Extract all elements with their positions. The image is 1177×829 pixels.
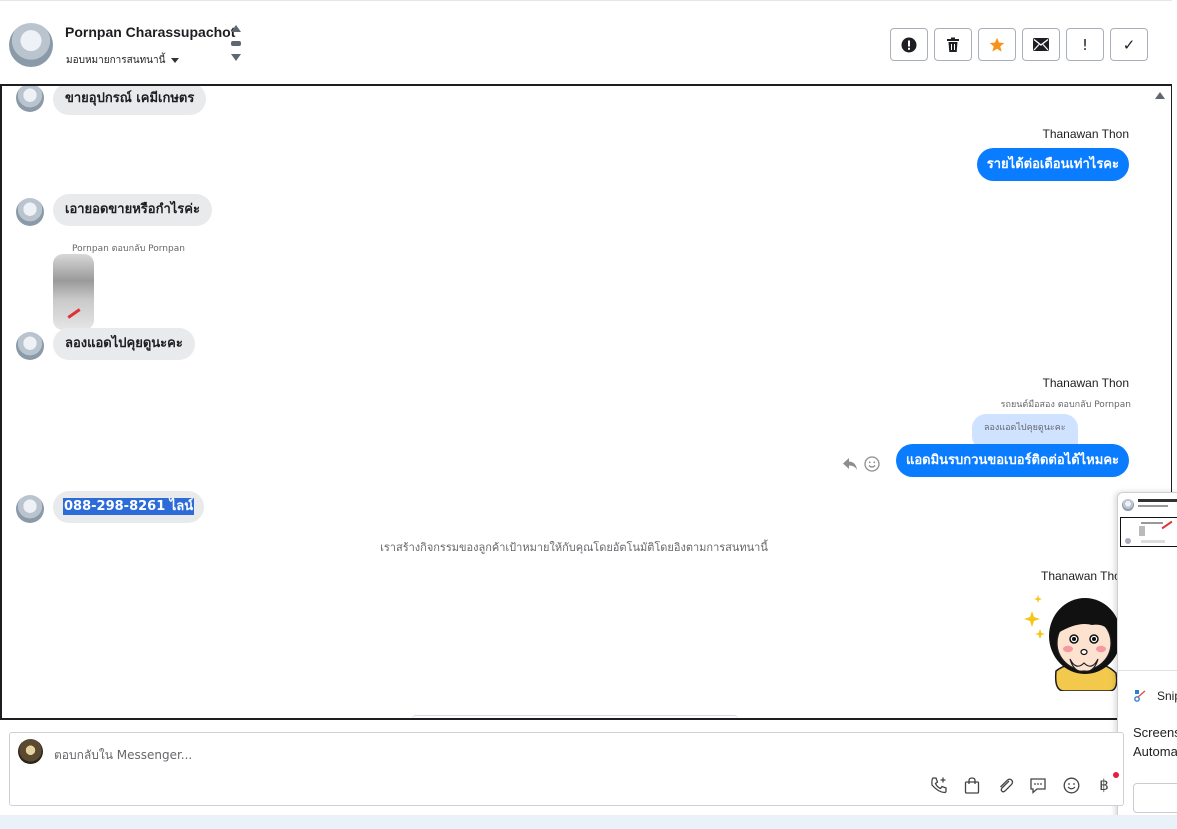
incoming-message[interactable]: ขายอุปกรณ์ เคมีเกษตร	[53, 86, 207, 115]
snip-action-button[interactable]	[1133, 783, 1177, 813]
shopping-bag-icon[interactable]	[961, 774, 983, 796]
preview-line	[1141, 522, 1163, 524]
snipping-tool-notification[interactable]: Snip Screens Automa	[1117, 492, 1177, 829]
screenshot-preview[interactable]	[1118, 493, 1177, 671]
exclamation-icon: !	[1081, 35, 1088, 54]
follow-up-button[interactable]: !	[1066, 28, 1104, 61]
star-button[interactable]	[978, 28, 1016, 61]
arrow-up-icon[interactable]	[231, 25, 241, 32]
scroll-up-icon[interactable]	[1155, 92, 1165, 99]
outgoing-message[interactable]: แอดมินรบกวนขอเบอร์ติดต่อได้ไหมคะ	[895, 444, 1129, 477]
conversation-header: Pornpan Charassupachot มอบหมายการสนทนานี…	[0, 0, 1172, 84]
notification-dot	[1113, 772, 1119, 778]
chevron-down-icon	[171, 58, 180, 63]
mark-done-button[interactable]: ✓	[1110, 28, 1148, 61]
page-footer-bar	[0, 815, 1177, 829]
preview-line	[1141, 540, 1165, 543]
sender-name: Thanawan Tho	[1041, 569, 1121, 583]
delete-button[interactable]	[934, 28, 972, 61]
contact-avatar-small	[16, 86, 44, 112]
checkmark-icon: ✓	[1122, 35, 1136, 54]
conversation-nav-arrows[interactable]	[230, 25, 242, 65]
sticker-image[interactable]	[1024, 591, 1124, 691]
spam-button[interactable]	[890, 28, 928, 61]
preview-subtitle-line	[1138, 505, 1168, 507]
contact-name[interactable]: Pornpan Charassupachot	[65, 24, 235, 40]
baht-icon[interactable]: ฿	[1093, 774, 1115, 796]
incoming-message[interactable]: ลองแอดไปคุยดูนะคะ	[53, 328, 195, 360]
preview-avatar-small	[1125, 538, 1131, 544]
message-thread[interactable]: ขายอุปกรณ์ เคมีเกษตร Thanawan Thon รายได…	[0, 84, 1172, 720]
envelope-icon	[1033, 38, 1049, 51]
snip-message-line: Automa	[1133, 744, 1177, 759]
preview-image	[1139, 526, 1145, 536]
trash-icon	[947, 37, 959, 52]
preview-title-line	[1138, 499, 1177, 502]
incoming-message[interactable]: เอายอดขายหรือกำไรค่ะ	[53, 194, 212, 226]
reply-input[interactable]: ตอบกลับใน Messenger...	[54, 746, 192, 765]
system-note: เราสร้างกิจกรรมของลูกค้าเป้าหมายให้กับคุ…	[380, 541, 768, 554]
paperclip-icon[interactable]	[994, 774, 1016, 796]
message-hover-actions	[842, 456, 880, 472]
contact-avatar[interactable]	[9, 23, 53, 67]
chat-bubble-icon[interactable]	[1027, 774, 1049, 796]
mark-unread-button[interactable]	[1022, 28, 1060, 61]
emoji-icon[interactable]	[1060, 774, 1082, 796]
selected-phone-text: 088-298-8261 ไลน์	[63, 498, 195, 515]
scroll-indicator	[412, 715, 738, 718]
snip-message-line: Screens	[1133, 725, 1177, 740]
contact-avatar-small	[16, 495, 44, 523]
sender-name: Thanawan Thon	[1042, 376, 1129, 390]
contact-avatar-small	[16, 198, 44, 226]
message-composer[interactable]: ตอบกลับใน Messenger... ฿	[9, 732, 1124, 806]
preview-arrow	[1161, 520, 1173, 530]
assign-label: มอบหมายการสนทนานี้	[66, 55, 166, 66]
phone-plus-icon[interactable]	[928, 774, 950, 796]
assign-conversation-dropdown[interactable]: มอบหมายการสนทนานี้	[66, 53, 180, 68]
outgoing-message[interactable]: รายได้ต่อเดือนเท่าไรคะ	[976, 148, 1129, 181]
header-actions: ! ✓	[890, 28, 1148, 61]
contact-avatar-small	[16, 332, 44, 360]
reply-icon[interactable]	[842, 457, 858, 471]
star-icon	[989, 37, 1005, 52]
incoming-message[interactable]: 088-298-8261 ไลน์	[53, 491, 205, 523]
messenger-inbox-page: Pornpan Charassupachot มอบหมายการสนทนานี…	[0, 0, 1177, 829]
drag-handle-icon	[231, 41, 241, 46]
emoji-reaction-icon[interactable]	[864, 456, 880, 472]
alert-circle-icon	[901, 37, 917, 52]
sender-name: Thanawan Thon	[1042, 127, 1129, 141]
composer-tools: ฿	[928, 774, 1115, 796]
arrow-down-icon[interactable]	[231, 54, 241, 61]
scissors-icon	[1134, 690, 1146, 702]
preview-avatar	[1122, 499, 1134, 511]
page-avatar	[18, 739, 43, 764]
quoted-image-thumbnail[interactable]	[53, 254, 94, 330]
reply-indicator: รถยนต์มือสอง ตอบกลับ Pornpan	[1000, 400, 1131, 410]
preview-chat-box	[1120, 517, 1177, 547]
reply-indicator: Pornpan ตอบกลับ Pornpan	[72, 244, 185, 254]
snip-app-title: Snip	[1157, 689, 1177, 703]
